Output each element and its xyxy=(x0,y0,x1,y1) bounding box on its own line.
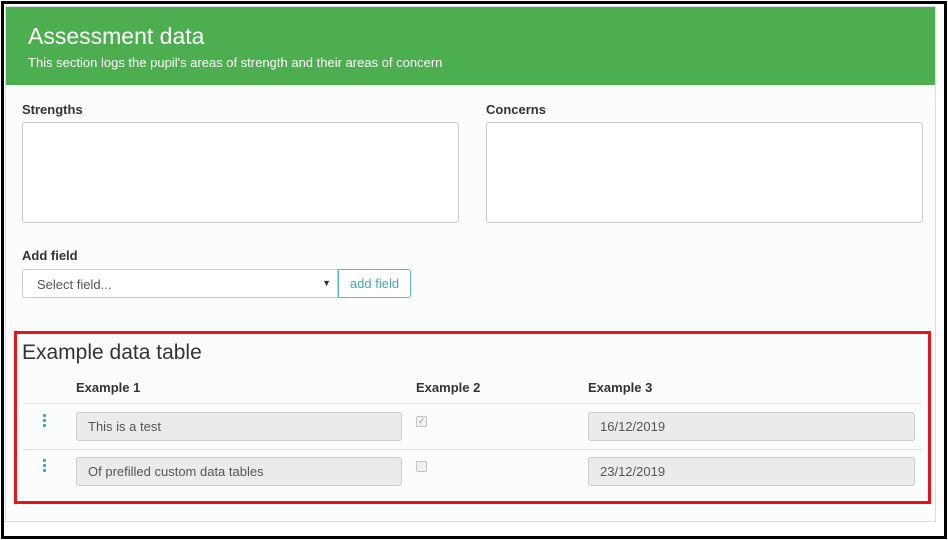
strengths-label: Strengths xyxy=(22,102,83,117)
table-title: Example data table xyxy=(22,341,202,364)
add-field-label: Add field xyxy=(22,248,78,263)
add-field-button[interactable]: add field xyxy=(338,269,411,298)
panel-title: Assessment data xyxy=(28,23,205,49)
row-2-example-3-date[interactable]: 23/12/2019 xyxy=(588,457,915,486)
chevron-down-icon: ▼ xyxy=(322,278,331,288)
row-1-example-1-input[interactable]: This is a test xyxy=(76,412,402,441)
column-header-example-2: Example 2 xyxy=(416,380,481,395)
field-select-placeholder: Select field... xyxy=(37,277,112,292)
row-2-example-2-checkbox[interactable] xyxy=(416,461,427,472)
panel-header: Assessment data This section logs the pu… xyxy=(6,7,935,85)
drag-handle-icon[interactable] xyxy=(43,414,47,427)
field-select[interactable]: Select field... ▼ xyxy=(22,269,338,298)
row-2-example-1-input[interactable]: Of prefilled custom data tables xyxy=(76,457,402,486)
row-1-example-3-date[interactable]: 16/12/2019 xyxy=(588,412,915,441)
column-header-example-3: Example 3 xyxy=(588,380,653,395)
strengths-textarea[interactable] xyxy=(22,122,459,223)
column-header-example-1: Example 1 xyxy=(76,380,141,395)
row-1-example-2-checkbox[interactable]: ✓ xyxy=(416,416,427,427)
concerns-textarea[interactable] xyxy=(486,122,923,223)
table-row-divider xyxy=(23,449,922,450)
panel-subtitle: This section logs the pupil's areas of s… xyxy=(28,55,443,70)
concerns-label: Concerns xyxy=(486,102,546,117)
drag-handle-icon[interactable] xyxy=(43,459,47,472)
table-header-divider xyxy=(23,403,922,404)
